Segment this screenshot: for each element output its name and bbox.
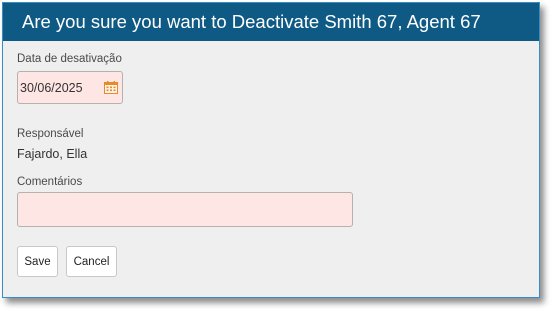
date-label: Data de desativação	[17, 53, 122, 65]
dialog-title: Are you sure you want to Deactivate Smit…	[3, 3, 539, 41]
deactivation-date-field[interactable]: 30/06/2025	[17, 71, 123, 104]
save-button[interactable]: Save	[17, 246, 58, 277]
responsible-value: Fajardo, Ella	[17, 147, 88, 161]
comments-label: Comentários	[17, 176, 83, 188]
responsible-label: Responsável	[17, 128, 84, 140]
comments-input[interactable]	[17, 192, 353, 227]
calendar-icon[interactable]	[104, 81, 118, 94]
date-value: 30/06/2025	[20, 81, 83, 95]
cancel-button[interactable]: Cancel	[66, 246, 117, 277]
deactivate-dialog: Are you sure you want to Deactivate Smit…	[2, 2, 540, 298]
